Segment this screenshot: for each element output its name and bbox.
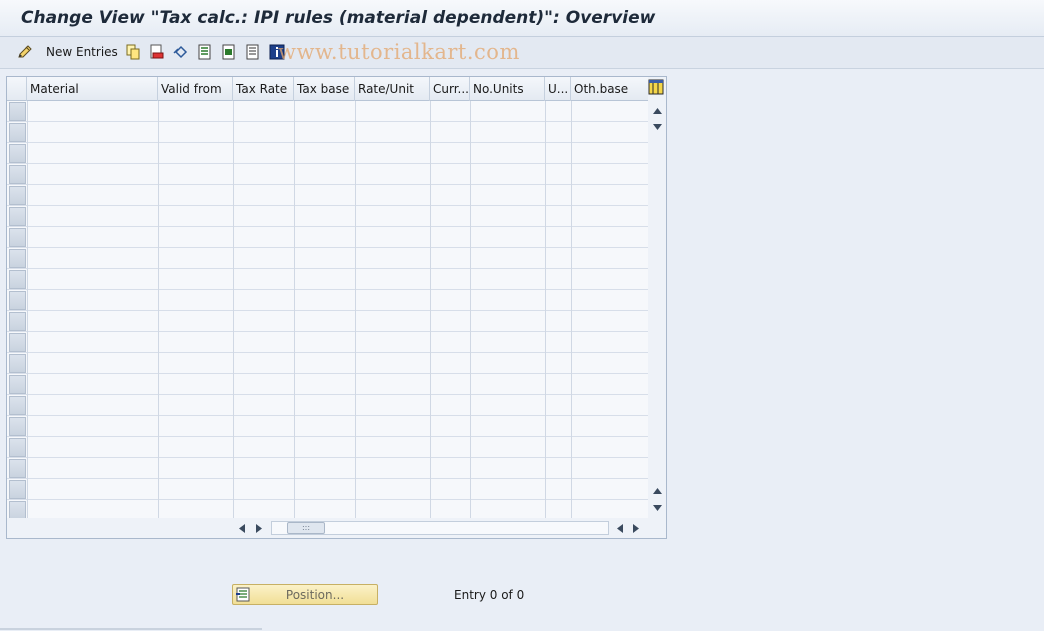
column-header-oth-base[interactable]: Oth.base bbox=[571, 77, 648, 101]
row-selector[interactable] bbox=[9, 291, 26, 310]
horizontal-scroll-thumb[interactable]: ::: bbox=[287, 522, 325, 534]
table-body bbox=[7, 101, 648, 518]
table-settings-icon[interactable] bbox=[648, 79, 664, 95]
row-selector[interactable] bbox=[9, 186, 26, 205]
scroll-right-last-icon[interactable] bbox=[629, 520, 643, 536]
row-selector[interactable] bbox=[9, 312, 26, 331]
row-selector[interactable] bbox=[9, 354, 26, 373]
scroll-down-icon[interactable] bbox=[649, 483, 665, 499]
row-selector[interactable] bbox=[9, 375, 26, 394]
vertical-scrollbar[interactable] bbox=[648, 101, 666, 518]
scroll-up-icon[interactable] bbox=[649, 119, 665, 135]
table-row[interactable] bbox=[7, 227, 648, 248]
column-header-valid-from[interactable]: Valid from bbox=[158, 77, 233, 101]
table-row[interactable] bbox=[7, 101, 648, 122]
table-row[interactable] bbox=[7, 311, 648, 332]
row-selector[interactable] bbox=[9, 270, 26, 289]
table-row[interactable] bbox=[7, 395, 648, 416]
horizontal-scrollbar[interactable]: ::: bbox=[235, 519, 645, 537]
table-row[interactable] bbox=[7, 437, 648, 458]
table-row[interactable] bbox=[7, 269, 648, 290]
table-row[interactable] bbox=[7, 479, 648, 500]
table-row[interactable] bbox=[7, 353, 648, 374]
column-header-rate-unit[interactable]: Rate/Unit bbox=[355, 77, 430, 101]
row-selector[interactable] bbox=[9, 396, 26, 415]
table-row[interactable] bbox=[7, 143, 648, 164]
row-selector[interactable] bbox=[9, 480, 26, 499]
table-row[interactable] bbox=[7, 500, 648, 518]
row-selector[interactable] bbox=[9, 501, 26, 518]
select-all-rows-cell[interactable] bbox=[7, 77, 27, 101]
row-selector[interactable] bbox=[9, 228, 26, 247]
table-row[interactable] bbox=[7, 290, 648, 311]
copy-icon[interactable] bbox=[125, 44, 141, 60]
column-header-unit[interactable]: U... bbox=[545, 77, 571, 101]
scroll-page-down-icon[interactable] bbox=[649, 500, 665, 516]
table-row[interactable] bbox=[7, 458, 648, 479]
table-row[interactable] bbox=[7, 164, 648, 185]
row-selector[interactable] bbox=[9, 417, 26, 436]
scroll-left-last-icon[interactable] bbox=[613, 520, 627, 536]
undo-icon[interactable] bbox=[173, 44, 189, 60]
row-selector[interactable] bbox=[9, 333, 26, 352]
table-header: Material Valid from Tax Rate Tax base Ra… bbox=[7, 77, 648, 101]
row-selector[interactable] bbox=[9, 123, 26, 142]
position-button-label: Position... bbox=[285, 588, 345, 602]
watermark: www.tutorialkart.com bbox=[278, 40, 520, 64]
table-row[interactable] bbox=[7, 416, 648, 437]
column-header-currency[interactable]: Curr... bbox=[430, 77, 470, 101]
column-header-no-units[interactable]: No.Units bbox=[470, 77, 545, 101]
row-selector[interactable] bbox=[9, 144, 26, 163]
delete-icon[interactable] bbox=[149, 44, 165, 60]
select-block-icon[interactable] bbox=[221, 44, 237, 60]
table-row[interactable] bbox=[7, 332, 648, 353]
status-bar-divider bbox=[0, 628, 262, 630]
column-header-tax-base[interactable]: Tax base bbox=[294, 77, 355, 101]
select-all-icon[interactable] bbox=[197, 44, 213, 60]
row-selector[interactable] bbox=[9, 249, 26, 268]
table-row[interactable] bbox=[7, 122, 648, 143]
table-control: Material Valid from Tax Rate Tax base Ra… bbox=[6, 76, 667, 539]
table-row[interactable] bbox=[7, 206, 648, 227]
page-title: Change View "Tax calc.: IPI rules (mater… bbox=[21, 8, 656, 28]
horizontal-scroll-track[interactable]: ::: bbox=[271, 521, 609, 535]
scroll-left-first-icon[interactable] bbox=[235, 520, 249, 536]
column-header-material[interactable]: Material bbox=[27, 77, 158, 101]
application-toolbar: New Entries www.tutorialkart.com bbox=[0, 37, 1044, 69]
entry-counter: Entry 0 of 0 bbox=[454, 588, 525, 602]
position-button[interactable]: Position... bbox=[232, 584, 378, 605]
scroll-page-up-icon[interactable] bbox=[649, 103, 665, 119]
row-selector[interactable] bbox=[9, 438, 26, 457]
table-row[interactable] bbox=[7, 185, 648, 206]
column-header-tax-rate[interactable]: Tax Rate bbox=[233, 77, 294, 101]
new-entries-button[interactable]: New Entries bbox=[46, 45, 118, 59]
row-selector[interactable] bbox=[9, 102, 26, 121]
row-selector[interactable] bbox=[9, 207, 26, 226]
row-selector[interactable] bbox=[9, 459, 26, 478]
scroll-right-first-icon[interactable] bbox=[252, 520, 266, 536]
table-row[interactable] bbox=[7, 248, 648, 269]
row-selector[interactable] bbox=[9, 165, 26, 184]
table-row[interactable] bbox=[7, 374, 648, 395]
change-pencil-icon[interactable] bbox=[17, 44, 33, 60]
title-bar: Change View "Tax calc.: IPI rules (mater… bbox=[0, 0, 1044, 37]
deselect-all-icon[interactable] bbox=[245, 44, 261, 60]
